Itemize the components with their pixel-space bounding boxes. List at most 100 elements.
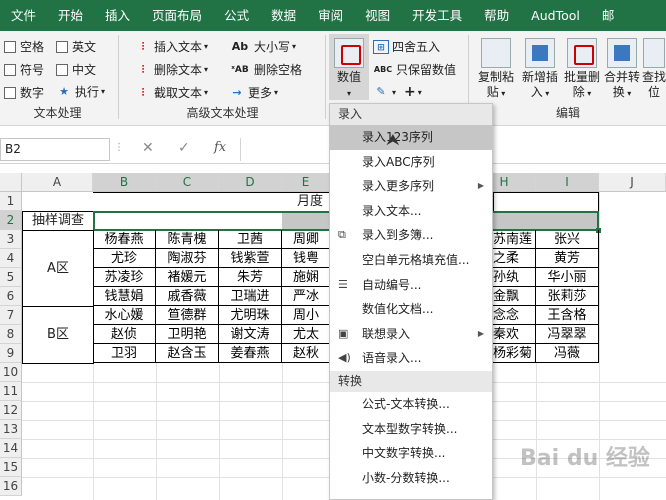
name-cell[interactable]: 王含格 — [536, 306, 599, 325]
name-cell[interactable]: 赵秋 — [282, 344, 330, 363]
find-locate-button[interactable]: 查找位 — [642, 38, 666, 100]
row-header-8[interactable]: 8 — [0, 325, 22, 344]
delete-text-button[interactable]: ⫶ 删除文本 ▾ — [135, 61, 208, 78]
name-box[interactable]: B2 — [0, 138, 110, 161]
row-header-16[interactable]: 16 — [0, 477, 22, 496]
batch-delete-button[interactable]: 批量删除 ▾ — [562, 38, 602, 101]
name-cell[interactable]: 冯薇 — [536, 344, 599, 363]
name-cell[interactable]: 苏南莲 — [493, 230, 536, 249]
name-cell[interactable]: 冯翠翠 — [536, 325, 599, 344]
name-cell[interactable]: 卫明艳 — [156, 325, 219, 344]
name-cell[interactable]: 周卿 — [282, 230, 330, 249]
name-cell[interactable]: 秦欢 — [493, 325, 536, 344]
row-header-7[interactable]: 7 — [0, 306, 22, 325]
row-header-14[interactable]: 14 — [0, 439, 22, 458]
row-header-13[interactable]: 13 — [0, 420, 22, 439]
tab-data[interactable]: 数据 — [260, 0, 307, 31]
name-cell[interactable]: 戚香薇 — [156, 287, 219, 306]
row-header-3[interactable]: 3 — [0, 230, 22, 249]
row-header-2[interactable]: 2 — [0, 211, 22, 230]
menu-item-chinese-number-convert[interactable]: 中文数字转换... — [330, 441, 492, 466]
tab-audtool[interactable]: AudTool — [520, 0, 591, 31]
row-header-5[interactable]: 5 — [0, 268, 22, 287]
tab-page-layout[interactable]: 页面布局 — [141, 0, 213, 31]
checkbox-space[interactable]: 空格 — [4, 38, 44, 55]
name-cell[interactable]: 之柔 — [493, 249, 536, 268]
tab-formulas[interactable]: 公式 — [213, 0, 260, 31]
menu-item-text-number-convert[interactable]: 文本型数字转换... — [330, 417, 492, 442]
checkbox-symbol[interactable]: 符号 — [4, 61, 44, 78]
column-header-d[interactable]: D — [219, 173, 282, 192]
row-header-12[interactable]: 12 — [0, 401, 22, 420]
name-cell[interactable]: 严冰 — [282, 287, 330, 306]
name-cell[interactable]: 尤珍 — [93, 249, 156, 268]
row-header-6[interactable]: 6 — [0, 287, 22, 306]
name-cell[interactable]: 尤太 — [282, 325, 330, 344]
column-header-c[interactable]: C — [156, 173, 219, 192]
name-cell[interactable]: 谢文涛 — [219, 325, 282, 344]
keep-value-button[interactable]: ABC 只保留数值 — [373, 61, 456, 78]
tab-home[interactable]: 开始 — [47, 0, 94, 31]
insert-function-icon[interactable]: fx — [214, 140, 226, 155]
menu-item-entry-123-sequence[interactable]: 录入123序列 ⮝ — [330, 125, 492, 150]
survey-label-cell[interactable]: 抽样调查 — [22, 211, 94, 231]
name-cell[interactable]: 卫瑞进 — [219, 287, 282, 306]
row-header-9[interactable]: 9 — [0, 344, 22, 363]
menu-item-formula-text-convert[interactable]: 公式-文本转换... — [330, 392, 492, 417]
menu-item-voice-entry[interactable]: ◀) 语音录入... — [330, 346, 492, 371]
insert-new-button[interactable]: 新增插入 ▾ — [518, 38, 562, 101]
name-cell[interactable]: 钱紫萱 — [219, 249, 282, 268]
name-cell[interactable]: 张莉莎 — [536, 287, 599, 306]
numeric-extra-button[interactable]: ✎ ▾ + ▾ — [373, 84, 421, 100]
execute-button[interactable]: ★ 执行 ▾ — [56, 83, 105, 100]
name-cell[interactable]: 张兴 — [536, 230, 599, 249]
more-button[interactable]: → 更多 ▾ — [229, 84, 278, 101]
cancel-icon[interactable]: ✕ — [142, 140, 154, 156]
name-cell[interactable]: 姜春燕 — [219, 344, 282, 363]
insert-text-button[interactable]: ⫶ 插入文本 ▾ — [135, 38, 208, 55]
merge-convert-button[interactable]: 合并转换 ▾ — [602, 38, 642, 101]
column-header-a[interactable]: A — [22, 173, 93, 192]
copy-paste-button[interactable]: 复制粘贴 ▾ — [474, 38, 518, 101]
name-cell[interactable]: 陶淑芬 — [156, 249, 219, 268]
case-button[interactable]: Ab 大小写 ▾ — [229, 38, 296, 55]
name-cell[interactable]: 尤明珠 — [219, 306, 282, 325]
menu-item-entry-text[interactable]: 录入文本... — [330, 199, 492, 224]
tab-view[interactable]: 视图 — [354, 0, 401, 31]
row-header-15[interactable]: 15 — [0, 458, 22, 477]
name-cell[interactable]: 杨彩菊 — [493, 344, 536, 363]
region-b-cell[interactable]: B区 — [22, 306, 94, 364]
select-all-corner[interactable] — [0, 173, 22, 192]
menu-item-decimal-fraction-convert[interactable]: 小数-分数转换... — [330, 466, 492, 491]
tab-mail[interactable]: 邮 — [591, 0, 626, 31]
title-cell-right[interactable] — [493, 192, 599, 212]
numeric-button[interactable]: 数值 ▾ — [329, 34, 369, 100]
dropdown-arrow-icon[interactable]: ⋮ — [114, 142, 124, 153]
confirm-icon[interactable]: ✓ — [178, 140, 190, 156]
menu-item-numeric-document[interactable]: 数值化文档... — [330, 297, 492, 322]
row-header-11[interactable]: 11 — [0, 382, 22, 401]
tab-developer[interactable]: 开发工具 — [401, 0, 473, 31]
name-cell[interactable]: 念念 — [493, 306, 536, 325]
name-cell[interactable]: 孙纨 — [493, 268, 536, 287]
selected-cell-b2[interactable] — [93, 211, 282, 231]
name-cell[interactable]: 卫茜 — [219, 230, 282, 249]
menu-item-associative-entry[interactable]: ▣ 联想录入 ▶ — [330, 322, 492, 347]
name-cell[interactable]: 钱粤 — [282, 249, 330, 268]
name-cell[interactable]: 施娴 — [282, 268, 330, 287]
row-header-1[interactable]: 1 — [0, 192, 22, 211]
name-cell[interactable]: 华小丽 — [536, 268, 599, 287]
tab-insert[interactable]: 插入 — [94, 0, 141, 31]
name-cell[interactable]: 褚媛元 — [156, 268, 219, 287]
remove-space-button[interactable]: ˣAB 删除空格 — [229, 61, 302, 78]
menu-item-entry-abc-sequence[interactable]: 录入ABC序列 — [330, 150, 492, 175]
name-cell[interactable]: 赵侦 — [93, 325, 156, 344]
column-header-e[interactable]: E — [282, 173, 330, 192]
selected-range-right[interactable] — [493, 211, 599, 231]
name-cell[interactable]: 朱芳 — [219, 268, 282, 287]
tab-file[interactable]: 文件 — [0, 0, 47, 31]
name-cell[interactable]: 笪德群 — [156, 306, 219, 325]
checkbox-chinese[interactable]: 中文 — [56, 61, 96, 78]
menu-item-entry-more-sequences[interactable]: 录入更多序列 ▶ — [330, 174, 492, 199]
column-header-i[interactable]: I — [536, 173, 599, 192]
